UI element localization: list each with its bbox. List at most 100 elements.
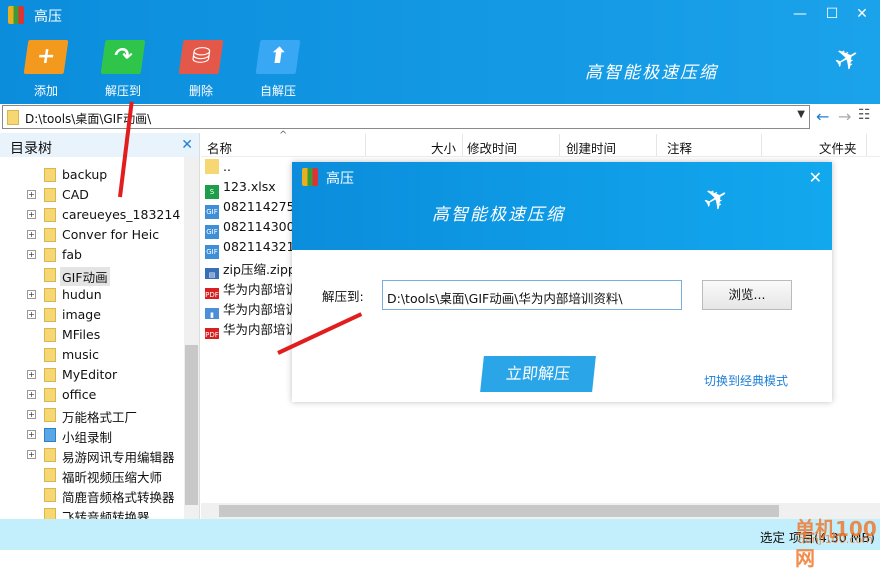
- list-item[interactable]: ..: [205, 159, 295, 179]
- delete-button[interactable]: ⛁ 删除: [171, 40, 231, 99]
- col-name[interactable]: 名称: [207, 138, 232, 157]
- folder-icon: [44, 468, 56, 482]
- extract-path-input[interactable]: D:\tools\桌面\GIF动画\华为内部培训资料\: [382, 280, 682, 310]
- zip-file-icon: ▤: [205, 268, 219, 279]
- back-arrow-icon[interactable]: ←: [816, 107, 829, 126]
- forward-arrow-icon[interactable]: →: [838, 107, 851, 126]
- list-horizontal-scrollbar[interactable]: [201, 503, 880, 519]
- expand-icon[interactable]: +: [27, 210, 36, 219]
- expand-icon[interactable]: +: [27, 290, 36, 299]
- tree-item[interactable]: + 万能格式工厂: [0, 405, 184, 425]
- tree-item[interactable]: + fab: [0, 245, 184, 265]
- tree-item[interactable]: + hudun: [0, 285, 184, 305]
- directory-tree-panel: 目录树 ✕ backup + CAD + careueyes_183214 + Conver …: [0, 133, 200, 525]
- list-item[interactable]: PDF 华为内部培训: [205, 319, 295, 339]
- tree-item-label: image: [62, 307, 101, 322]
- expand-icon[interactable]: +: [27, 390, 36, 399]
- plus-icon: +: [23, 40, 69, 74]
- expand-icon[interactable]: +: [27, 450, 36, 459]
- tree-item-label: CAD: [62, 187, 89, 202]
- folder-file-icon: [205, 159, 219, 174]
- self-extract-label: 自解压: [259, 84, 296, 98]
- list-item[interactable]: ▤ zip压缩.zipp: [205, 259, 295, 279]
- folder-icon: [44, 348, 56, 362]
- browse-button[interactable]: 浏览...: [702, 280, 792, 310]
- tree-item[interactable]: + 小组录制: [0, 425, 184, 445]
- extract-to-label: 解压到:: [322, 289, 364, 304]
- view-list-icon[interactable]: ☷: [858, 107, 871, 123]
- tree-item[interactable]: + MyEditor: [0, 365, 184, 385]
- tree-item[interactable]: music: [0, 345, 184, 365]
- dialog-close-button[interactable]: ✕: [809, 168, 822, 187]
- col-comment[interactable]: 注释: [667, 138, 692, 157]
- expand-icon[interactable]: +: [27, 430, 36, 439]
- maximize-button[interactable]: ☐: [822, 6, 842, 22]
- tree-item[interactable]: + office: [0, 385, 184, 405]
- col-created[interactable]: 创建时间: [566, 138, 616, 157]
- file-name: 123.xlsx: [223, 179, 276, 194]
- sort-up-icon: ^: [279, 130, 288, 141]
- extract-to-label: 解压到: [104, 84, 141, 98]
- tree-item[interactable]: + careueyes_183214: [0, 205, 184, 225]
- close-tree-icon[interactable]: ✕: [181, 137, 193, 153]
- tree-item-label: backup: [62, 167, 108, 182]
- tree-item[interactable]: 简鹿音频格式转换器: [0, 485, 184, 505]
- tree-item[interactable]: + 易游网讯专用编辑器: [0, 445, 184, 465]
- expand-icon[interactable]: +: [27, 190, 36, 199]
- trash-icon: ⛁: [178, 40, 224, 74]
- folder-icon: [44, 388, 56, 402]
- tree-item-label: Conver for Heic: [62, 227, 160, 242]
- gif-file-icon: GIF: [205, 205, 219, 219]
- address-bar[interactable]: D:\tools\桌面\GIF动画\ ▼: [2, 105, 810, 129]
- expand-icon[interactable]: +: [27, 250, 36, 259]
- chevron-down-icon[interactable]: ▼: [797, 109, 805, 120]
- tree-scrollbar[interactable]: [184, 157, 199, 519]
- list-item[interactable]: GIF 0821143217: [205, 239, 295, 259]
- list-item[interactable]: PDF 华为内部培训: [205, 279, 295, 299]
- expand-icon[interactable]: +: [27, 310, 36, 319]
- tree-item[interactable]: 福昕视频压缩大师: [0, 465, 184, 485]
- list-item[interactable]: GIF 0821143003: [205, 219, 295, 239]
- tree-item-label: 福昕视频压缩大师: [62, 470, 163, 485]
- expand-icon[interactable]: +: [27, 410, 36, 419]
- slogan: 高智能极速压缩: [585, 63, 718, 83]
- file-name: 华为内部培训: [223, 282, 295, 297]
- file-name: 0821143003: [223, 219, 295, 234]
- folder-icon: [44, 408, 56, 422]
- list-item[interactable]: ▮ 华为内部培训: [205, 299, 295, 319]
- tree-item-label: hudun: [62, 287, 102, 302]
- col-folder[interactable]: 文件夹: [819, 138, 857, 157]
- pdf-file-icon: PDF: [205, 328, 219, 339]
- list-item[interactable]: S 123.xlsx: [205, 179, 295, 199]
- tree-item[interactable]: GIF动画: [0, 265, 184, 286]
- tree-item[interactable]: + Conver for Heic: [0, 225, 184, 245]
- tree-item[interactable]: MFiles: [0, 325, 184, 345]
- folder-icon: [44, 228, 56, 242]
- folder-icon: [44, 308, 56, 322]
- add-button[interactable]: + 添加: [16, 40, 76, 99]
- list-item[interactable]: GIF 0821142757: [205, 199, 295, 219]
- col-modified[interactable]: 修改时间: [467, 138, 517, 157]
- col-size[interactable]: 大小: [431, 138, 456, 157]
- self-extract-button[interactable]: ⬆ 自解压: [248, 40, 308, 99]
- tree-item[interactable]: + CAD: [0, 185, 184, 205]
- tree-item[interactable]: backup: [0, 165, 184, 185]
- tree-item-label: 易游网讯专用编辑器: [62, 450, 175, 465]
- archive-file-icon: ▮: [205, 308, 219, 319]
- status-bar: 选定 项目(4.30 MB): [0, 519, 880, 550]
- delete-label: 删除: [188, 84, 213, 98]
- dialog-slogan: 高智能极速压缩: [432, 205, 565, 225]
- close-button[interactable]: ✕: [852, 6, 872, 22]
- expand-icon[interactable]: +: [27, 370, 36, 379]
- tree-item-label: 小组录制: [62, 430, 113, 445]
- extract-now-button[interactable]: 立即解压: [480, 356, 596, 392]
- minimize-button[interactable]: —: [790, 6, 810, 22]
- tree-item[interactable]: + image: [0, 305, 184, 325]
- folder-icon: [44, 448, 56, 462]
- extract-arrow-icon: ↷: [100, 40, 146, 74]
- file-name: 0821143217: [223, 239, 295, 254]
- switch-classic-mode-link[interactable]: 切换到经典模式: [704, 372, 788, 389]
- extract-to-button[interactable]: ↷ 解压到: [93, 40, 153, 99]
- airplane-icon: ✈: [827, 38, 868, 81]
- expand-icon[interactable]: +: [27, 230, 36, 239]
